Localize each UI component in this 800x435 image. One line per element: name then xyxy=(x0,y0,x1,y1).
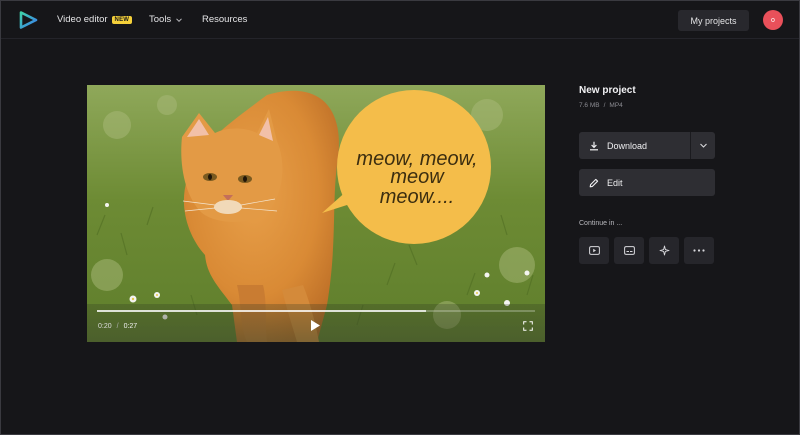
continue-more-button[interactable] xyxy=(684,237,714,264)
play-logo-icon[interactable] xyxy=(18,11,38,29)
sparkle-icon xyxy=(659,245,669,256)
nav-resources[interactable]: Resources xyxy=(202,14,247,25)
new-badge: NEW xyxy=(111,15,133,24)
continue-ai-button[interactable] xyxy=(649,237,679,264)
more-icon xyxy=(693,249,705,252)
nav-tools[interactable]: Tools xyxy=(149,14,183,25)
chevron-down-icon xyxy=(699,143,707,148)
time-separator: / xyxy=(116,323,119,330)
file-size: 7.6 MB xyxy=(579,102,600,109)
subtitles-icon xyxy=(623,246,635,255)
nav-video-editor[interactable]: Video editor NEW xyxy=(57,14,133,25)
my-projects-button[interactable]: My projects xyxy=(678,10,749,31)
player-controls: 0:20 / 0:27 xyxy=(87,304,545,342)
progress-bar[interactable] xyxy=(97,310,535,312)
video-player-icon xyxy=(588,246,600,255)
continue-subtitles-button[interactable] xyxy=(614,237,644,264)
download-button[interactable]: Download xyxy=(579,132,690,159)
play-icon[interactable] xyxy=(309,319,321,332)
app-window: Video editor NEW Tools Resources My proj… xyxy=(0,0,800,435)
edit-button[interactable]: Edit xyxy=(579,169,715,196)
project-title: New project xyxy=(579,85,636,96)
bubble-line-2: meow xyxy=(390,166,445,188)
download-icon xyxy=(590,141,598,150)
chevron-down-icon xyxy=(176,17,183,22)
avatar[interactable]: o xyxy=(763,10,783,30)
nav-tools-label: Tools xyxy=(149,14,172,25)
nav-video-editor-label: Video editor xyxy=(57,14,108,25)
time-display: 0:20 / 0:27 xyxy=(98,323,137,330)
nav-resources-label: Resources xyxy=(202,14,248,25)
top-nav: Video editor NEW Tools Resources My proj… xyxy=(1,1,799,39)
meta-separator: / xyxy=(603,102,606,109)
download-button-group: Download xyxy=(579,132,715,159)
file-format: MP4 xyxy=(609,102,623,109)
pencil-icon xyxy=(589,178,599,187)
continue-in-label: Continue in ... xyxy=(579,220,623,227)
progress-fill xyxy=(97,310,426,312)
project-meta: 7.6 MB / MP4 xyxy=(579,102,623,109)
edit-label: Edit xyxy=(607,177,623,188)
download-label: Download xyxy=(607,140,648,151)
bubble-line-3: meow.... xyxy=(380,186,454,208)
current-time: 0:20 xyxy=(98,323,112,330)
download-options-button[interactable] xyxy=(691,132,715,159)
continue-video-player-button[interactable] xyxy=(579,237,609,264)
video-player[interactable]: meow, meow, meow meow.... 0:20 / 0:27 xyxy=(87,85,545,342)
fullscreen-icon[interactable] xyxy=(523,321,533,331)
duration: 0:27 xyxy=(123,323,138,330)
